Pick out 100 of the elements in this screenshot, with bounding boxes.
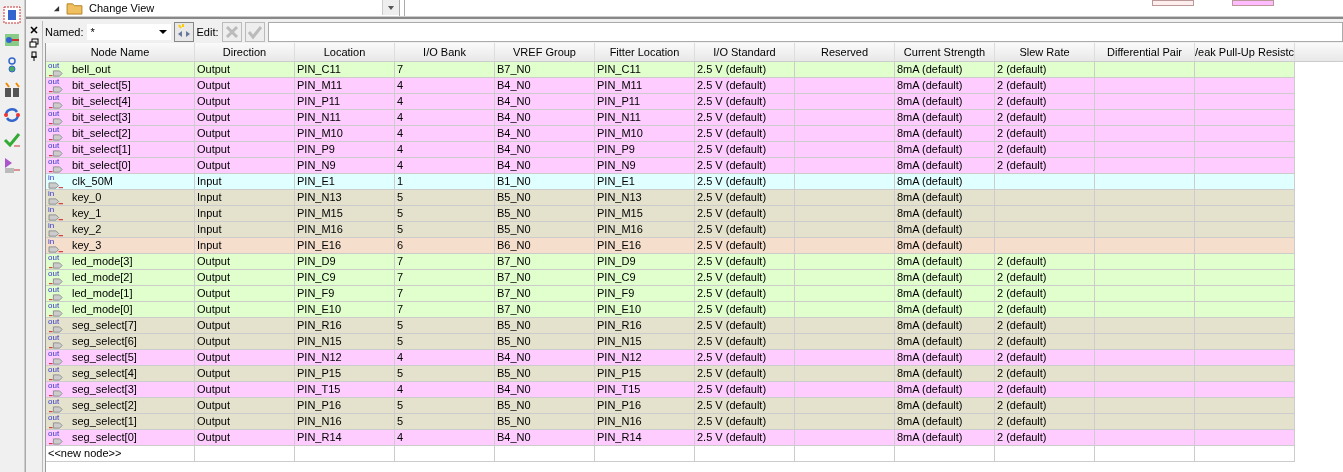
new-node-cell[interactable]: <<new node>> bbox=[48, 446, 122, 461]
table-row[interactable]: out bell_out Output PIN_C11 7 B7_N0 PIN_C11 2.5 V (default) 8mA (default) 2 (default) bbox=[46, 62, 1295, 78]
table-cell: B4_N0 bbox=[497, 382, 531, 397]
table-cell: PIN_C11 bbox=[297, 62, 341, 77]
input-pin-icon bbox=[48, 214, 64, 221]
wand-button[interactable] bbox=[173, 22, 194, 42]
table-cell: 2.5 V (default) bbox=[697, 190, 767, 205]
table-row[interactable]: out seg_select[1] Output PIN_N16 5 B5_N0 PIN_N16 2.5 V (default) 8mA (default) 2 (default) bbox=[46, 414, 1295, 430]
table-cell: PIN_M15 bbox=[597, 206, 643, 221]
table-cell: B5_N0 bbox=[497, 366, 531, 381]
table-cell: B4_N0 bbox=[497, 158, 531, 173]
table-cell: bit_select[4] bbox=[72, 94, 131, 109]
table-cell: PIN_M15 bbox=[297, 206, 343, 221]
column-header[interactable]: Direction bbox=[195, 43, 295, 61]
table-row[interactable]: out bit_select[2] Output PIN_M10 4 B4_N0 PIN_M10 2.5 V (default) 8mA (default) 2 (default) bbox=[46, 126, 1295, 142]
table-cell: PIN_N11 bbox=[597, 110, 641, 125]
edit-label: Edit: bbox=[196, 26, 219, 38]
named-label: Named: bbox=[45, 26, 84, 38]
table-cell: 8mA (default) bbox=[897, 254, 963, 269]
column-header[interactable]: Fitter Location bbox=[595, 43, 695, 61]
restore-icon[interactable] bbox=[29, 38, 39, 48]
table-cell: Input bbox=[197, 206, 222, 221]
direction-tag: in bbox=[48, 206, 70, 214]
table-row[interactable]: out seg_select[6] Output PIN_N15 5 B5_N0 PIN_N15 2.5 V (default) 8mA (default) 2 (default) bbox=[46, 334, 1295, 350]
named-dropdown[interactable]: * bbox=[86, 24, 171, 40]
table-cell: B6_N0 bbox=[497, 238, 531, 253]
table-cell: 2 (default) bbox=[997, 94, 1047, 109]
refresh-icon[interactable] bbox=[2, 105, 22, 125]
table-row[interactable]: out bit_select[5] Output PIN_M11 4 B4_N0 PIN_M11 2.5 V (default) 8mA (default) 2 (default) bbox=[46, 78, 1295, 94]
column-header[interactable]: Current Strength bbox=[895, 43, 995, 61]
table-cell: seg_select[2] bbox=[72, 398, 137, 413]
table-cell: seg_select[0] bbox=[72, 430, 137, 445]
table-row[interactable]: in key_1 Input PIN_M15 5 B5_N0 PIN_M15 2.5 V (default) 8mA (default) bbox=[46, 206, 1295, 222]
table-cell: PIN_C9 bbox=[297, 270, 336, 285]
output-pin-icon bbox=[48, 102, 64, 109]
column-header[interactable]: Node Name bbox=[46, 43, 195, 61]
table-row[interactable]: out seg_select[7] Output PIN_R16 5 B5_N0 PIN_R16 2.5 V (default) 8mA (default) 2 (default) bbox=[46, 318, 1295, 334]
table-row[interactable]: out bit_select[4] Output PIN_P11 4 B4_N0 PIN_P11 2.5 V (default) 8mA (default) 2 (default) bbox=[46, 94, 1295, 110]
table-row[interactable]: out bit_select[3] Output PIN_N11 4 B4_N0 PIN_N11 2.5 V (default) 8mA (default) 2 (default) bbox=[46, 110, 1295, 126]
check-icon[interactable] bbox=[2, 130, 22, 150]
table-row[interactable]: in clk_50M Input PIN_E1 1 B1_N0 PIN_E1 2.5 V (default) 8mA (default) bbox=[46, 174, 1295, 190]
collapse-icon[interactable] bbox=[53, 4, 60, 12]
column-header[interactable]: VREF Group bbox=[495, 43, 595, 61]
table-row[interactable]: out led_mode[3] Output PIN_D9 7 B7_N0 PIN_D9 2.5 V (default) 8mA (default) 2 (default) bbox=[46, 254, 1295, 270]
table-cell: 2.5 V (default) bbox=[697, 366, 767, 381]
table-row[interactable]: in key_2 Input PIN_M16 5 B5_N0 PIN_M16 2.5 V (default) 8mA (default) bbox=[46, 222, 1295, 238]
table-row[interactable]: out seg_select[2] Output PIN_P16 5 B5_N0 PIN_P16 2.5 V (default) 8mA (default) 2 (default) bbox=[46, 398, 1295, 414]
tree-item[interactable]: Change View bbox=[89, 2, 155, 14]
table-cell: 2 (default) bbox=[997, 254, 1047, 269]
table-row[interactable]: out led_mode[1] Output PIN_F9 7 B7_N0 PIN_F9 2.5 V (default) 8mA (default) 2 (default) bbox=[46, 286, 1295, 302]
table-cell: Input bbox=[197, 174, 222, 189]
close-icon[interactable] bbox=[29, 25, 39, 35]
table-cell: 2 (default) bbox=[997, 318, 1047, 333]
table-row[interactable]: in key_0 Input PIN_N13 5 B5_N0 PIN_N13 2.5 V (default) 8mA (default) bbox=[46, 190, 1295, 206]
caret-icon bbox=[387, 3, 395, 12]
table-row[interactable]: out seg_select[3] Output PIN_T15 4 B4_N0 PIN_T15 2.5 V (default) 8mA (default) 2 (default) bbox=[46, 382, 1295, 398]
column-header[interactable]: /eak Pull-Up Resistc bbox=[1195, 43, 1295, 61]
scroll-down-button[interactable] bbox=[382, 0, 399, 15]
column-header[interactable]: Slew Rate bbox=[995, 43, 1095, 61]
table-cell: 2.5 V (default) bbox=[697, 78, 767, 93]
table-cell: 2 (default) bbox=[997, 286, 1047, 301]
table-row[interactable]: out seg_select[4] Output PIN_P15 5 B5_N0 PIN_P15 2.5 V (default) 8mA (default) 2 (default) bbox=[46, 366, 1295, 382]
table-cell: PIN_M10 bbox=[597, 126, 643, 141]
table-cell: 2.5 V (default) bbox=[697, 94, 767, 109]
pin-icon[interactable] bbox=[29, 51, 39, 61]
table-row[interactable]: out led_mode[0] Output PIN_E10 7 B7_N0 PIN_E10 2.5 V (default) 8mA (default) 2 (default) bbox=[46, 302, 1295, 318]
output-pin-icon bbox=[48, 342, 64, 349]
output-pin-icon bbox=[48, 374, 64, 381]
table-cell: Output bbox=[197, 318, 231, 333]
table-cell: B5_N0 bbox=[497, 222, 531, 237]
column-header[interactable]: Location bbox=[295, 43, 395, 61]
pin-planner-icon[interactable] bbox=[2, 5, 22, 25]
table-cell: clk_50M bbox=[72, 174, 113, 189]
table-cell: PIN_R16 bbox=[597, 318, 642, 333]
table-row[interactable]: in key_3 Input PIN_E16 6 B6_N0 PIN_E16 2.5 V (default) 8mA (default) bbox=[46, 238, 1295, 254]
column-header[interactable]: I/O Standard bbox=[695, 43, 795, 61]
table-row[interactable]: out led_mode[2] Output PIN_C9 7 B7_N0 PIN_C9 2.5 V (default) 8mA (default) 2 (default) bbox=[46, 270, 1295, 286]
column-header[interactable]: Reserved bbox=[795, 43, 895, 61]
output-pin-icon bbox=[48, 86, 64, 93]
table-cell: 7 bbox=[397, 270, 404, 285]
table-row[interactable]: out bit_select[0] Output PIN_N9 4 B4_N0 PIN_N9 2.5 V (default) 8mA (default) 2 (default) bbox=[46, 158, 1295, 174]
table-row[interactable]: out bit_select[1] Output PIN_P9 4 B4_N0 PIN_P9 2.5 V (default) 8mA (default) 2 (default) bbox=[46, 142, 1295, 158]
column-header[interactable]: I/O Bank bbox=[395, 43, 495, 61]
play-io-icon[interactable] bbox=[2, 155, 22, 175]
table-cell: PIN_E1 bbox=[597, 174, 635, 189]
table-cell: 8mA (default) bbox=[897, 158, 963, 173]
table-row[interactable]: out seg_select[5] Output PIN_N12 4 B4_N0 PIN_N12 2.5 V (default) 8mA (default) 2 (default) bbox=[46, 350, 1295, 366]
binoculars-icon[interactable] bbox=[2, 80, 22, 100]
table-cell: 8mA (default) bbox=[897, 318, 963, 333]
table-cell: 2.5 V (default) bbox=[697, 254, 767, 269]
column-header[interactable]: Differential Pair bbox=[1095, 43, 1195, 61]
output-pin-icon bbox=[48, 166, 64, 173]
table-cell: seg_select[6] bbox=[72, 334, 137, 349]
table-cell: 8mA (default) bbox=[897, 126, 963, 141]
table-cell: Output bbox=[197, 302, 231, 317]
table-row[interactable]: out seg_select[0] Output PIN_R14 4 B4_N0 PIN_R14 2.5 V (default) 8mA (default) 2 (default) bbox=[46, 430, 1295, 446]
input-pin-icon bbox=[48, 230, 64, 237]
direction-tag: out bbox=[48, 94, 70, 102]
table-cell: Output bbox=[197, 158, 231, 173]
table-cell: Output bbox=[197, 398, 231, 413]
